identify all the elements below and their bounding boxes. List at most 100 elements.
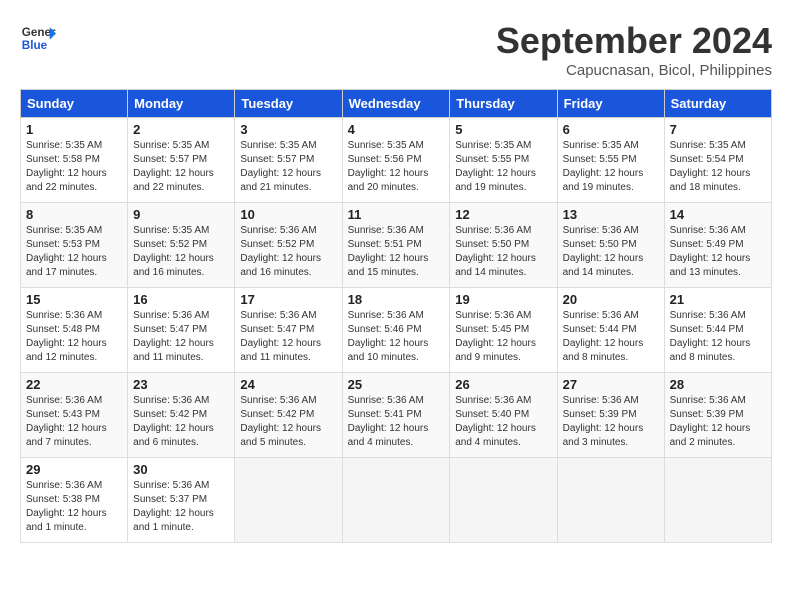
calendar-cell xyxy=(664,458,771,543)
calendar-cell: 17 Sunrise: 5:36 AMSunset: 5:47 PMDaylig… xyxy=(235,288,342,373)
day-number: 10 xyxy=(240,207,336,222)
day-number: 11 xyxy=(348,207,445,222)
day-number: 7 xyxy=(670,122,766,137)
day-number: 21 xyxy=(670,292,766,307)
calendar-cell: 13 Sunrise: 5:36 AMSunset: 5:50 PMDaylig… xyxy=(557,203,664,288)
calendar-cell: 5 Sunrise: 5:35 AMSunset: 5:55 PMDayligh… xyxy=(450,118,557,203)
day-number: 8 xyxy=(26,207,122,222)
col-header-sunday: Sunday xyxy=(21,90,128,118)
calendar-cell: 7 Sunrise: 5:35 AMSunset: 5:54 PMDayligh… xyxy=(664,118,771,203)
calendar-cell: 12 Sunrise: 5:36 AMSunset: 5:50 PMDaylig… xyxy=(450,203,557,288)
calendar-cell: 21 Sunrise: 5:36 AMSunset: 5:44 PMDaylig… xyxy=(664,288,771,373)
calendar-cell: 27 Sunrise: 5:36 AMSunset: 5:39 PMDaylig… xyxy=(557,373,664,458)
day-number: 9 xyxy=(133,207,229,222)
col-header-thursday: Thursday xyxy=(450,90,557,118)
calendar-cell: 25 Sunrise: 5:36 AMSunset: 5:41 PMDaylig… xyxy=(342,373,450,458)
day-info: Sunrise: 5:36 AMSunset: 5:42 PMDaylight:… xyxy=(240,395,321,448)
day-number: 2 xyxy=(133,122,229,137)
title-area: September 2024 Capucnasan, Bicol, Philip… xyxy=(496,20,772,79)
col-header-wednesday: Wednesday xyxy=(342,90,450,118)
calendar-cell: 15 Sunrise: 5:36 AMSunset: 5:48 PMDaylig… xyxy=(21,288,128,373)
day-number: 28 xyxy=(670,377,766,392)
day-info: Sunrise: 5:35 AMSunset: 5:56 PMDaylight:… xyxy=(348,140,429,193)
calendar-week-2: 8 Sunrise: 5:35 AMSunset: 5:53 PMDayligh… xyxy=(21,203,772,288)
calendar-cell: 16 Sunrise: 5:36 AMSunset: 5:47 PMDaylig… xyxy=(128,288,235,373)
day-number: 12 xyxy=(455,207,551,222)
calendar-cell xyxy=(235,458,342,543)
calendar-cell: 3 Sunrise: 5:35 AMSunset: 5:57 PMDayligh… xyxy=(235,118,342,203)
calendar-cell: 18 Sunrise: 5:36 AMSunset: 5:46 PMDaylig… xyxy=(342,288,450,373)
day-info: Sunrise: 5:36 AMSunset: 5:41 PMDaylight:… xyxy=(348,395,429,448)
calendar-week-3: 15 Sunrise: 5:36 AMSunset: 5:48 PMDaylig… xyxy=(21,288,772,373)
day-info: Sunrise: 5:36 AMSunset: 5:47 PMDaylight:… xyxy=(133,310,214,363)
day-info: Sunrise: 5:36 AMSunset: 5:44 PMDaylight:… xyxy=(670,310,751,363)
calendar-cell: 24 Sunrise: 5:36 AMSunset: 5:42 PMDaylig… xyxy=(235,373,342,458)
day-number: 6 xyxy=(563,122,659,137)
day-number: 19 xyxy=(455,292,551,307)
calendar-cell: 1 Sunrise: 5:35 AMSunset: 5:58 PMDayligh… xyxy=(21,118,128,203)
day-number: 16 xyxy=(133,292,229,307)
day-number: 30 xyxy=(133,462,229,477)
col-header-saturday: Saturday xyxy=(664,90,771,118)
calendar-cell: 19 Sunrise: 5:36 AMSunset: 5:45 PMDaylig… xyxy=(450,288,557,373)
calendar-week-4: 22 Sunrise: 5:36 AMSunset: 5:43 PMDaylig… xyxy=(21,373,772,458)
day-info: Sunrise: 5:35 AMSunset: 5:58 PMDaylight:… xyxy=(26,140,107,193)
calendar-cell: 6 Sunrise: 5:35 AMSunset: 5:55 PMDayligh… xyxy=(557,118,664,203)
calendar-week-5: 29 Sunrise: 5:36 AMSunset: 5:38 PMDaylig… xyxy=(21,458,772,543)
calendar-cell: 20 Sunrise: 5:36 AMSunset: 5:44 PMDaylig… xyxy=(557,288,664,373)
day-number: 13 xyxy=(563,207,659,222)
day-info: Sunrise: 5:36 AMSunset: 5:43 PMDaylight:… xyxy=(26,395,107,448)
day-info: Sunrise: 5:36 AMSunset: 5:39 PMDaylight:… xyxy=(563,395,644,448)
calendar-cell xyxy=(450,458,557,543)
day-info: Sunrise: 5:36 AMSunset: 5:50 PMDaylight:… xyxy=(563,225,644,278)
header-row: SundayMondayTuesdayWednesdayThursdayFrid… xyxy=(21,90,772,118)
day-info: Sunrise: 5:35 AMSunset: 5:53 PMDaylight:… xyxy=(26,225,107,278)
calendar-cell: 10 Sunrise: 5:36 AMSunset: 5:52 PMDaylig… xyxy=(235,203,342,288)
day-info: Sunrise: 5:35 AMSunset: 5:55 PMDaylight:… xyxy=(455,140,536,193)
day-info: Sunrise: 5:36 AMSunset: 5:47 PMDaylight:… xyxy=(240,310,321,363)
logo-icon: General Blue xyxy=(20,20,56,56)
day-info: Sunrise: 5:36 AMSunset: 5:50 PMDaylight:… xyxy=(455,225,536,278)
day-number: 4 xyxy=(348,122,445,137)
day-info: Sunrise: 5:36 AMSunset: 5:52 PMDaylight:… xyxy=(240,225,321,278)
day-number: 20 xyxy=(563,292,659,307)
calendar-cell: 28 Sunrise: 5:36 AMSunset: 5:39 PMDaylig… xyxy=(664,373,771,458)
day-info: Sunrise: 5:36 AMSunset: 5:42 PMDaylight:… xyxy=(133,395,214,448)
month-title: September 2024 xyxy=(496,20,772,62)
day-number: 29 xyxy=(26,462,122,477)
calendar-cell: 26 Sunrise: 5:36 AMSunset: 5:40 PMDaylig… xyxy=(450,373,557,458)
calendar-cell: 14 Sunrise: 5:36 AMSunset: 5:49 PMDaylig… xyxy=(664,203,771,288)
day-number: 27 xyxy=(563,377,659,392)
svg-text:Blue: Blue xyxy=(22,39,48,52)
calendar-cell xyxy=(342,458,450,543)
calendar-cell: 9 Sunrise: 5:35 AMSunset: 5:52 PMDayligh… xyxy=(128,203,235,288)
day-info: Sunrise: 5:36 AMSunset: 5:48 PMDaylight:… xyxy=(26,310,107,363)
day-number: 23 xyxy=(133,377,229,392)
day-number: 17 xyxy=(240,292,336,307)
day-number: 24 xyxy=(240,377,336,392)
calendar-cell xyxy=(557,458,664,543)
day-info: Sunrise: 5:36 AMSunset: 5:46 PMDaylight:… xyxy=(348,310,429,363)
day-number: 25 xyxy=(348,377,445,392)
day-info: Sunrise: 5:36 AMSunset: 5:44 PMDaylight:… xyxy=(563,310,644,363)
day-number: 15 xyxy=(26,292,122,307)
day-info: Sunrise: 5:35 AMSunset: 5:52 PMDaylight:… xyxy=(133,225,214,278)
calendar-cell: 8 Sunrise: 5:35 AMSunset: 5:53 PMDayligh… xyxy=(21,203,128,288)
day-number: 22 xyxy=(26,377,122,392)
day-number: 14 xyxy=(670,207,766,222)
col-header-monday: Monday xyxy=(128,90,235,118)
logo: General Blue xyxy=(20,20,56,56)
day-info: Sunrise: 5:35 AMSunset: 5:54 PMDaylight:… xyxy=(670,140,751,193)
day-info: Sunrise: 5:36 AMSunset: 5:38 PMDaylight:… xyxy=(26,480,107,533)
calendar-cell: 4 Sunrise: 5:35 AMSunset: 5:56 PMDayligh… xyxy=(342,118,450,203)
col-header-tuesday: Tuesday xyxy=(235,90,342,118)
day-info: Sunrise: 5:36 AMSunset: 5:39 PMDaylight:… xyxy=(670,395,751,448)
day-info: Sunrise: 5:36 AMSunset: 5:40 PMDaylight:… xyxy=(455,395,536,448)
calendar-cell: 23 Sunrise: 5:36 AMSunset: 5:42 PMDaylig… xyxy=(128,373,235,458)
day-info: Sunrise: 5:36 AMSunset: 5:49 PMDaylight:… xyxy=(670,225,751,278)
calendar-week-1: 1 Sunrise: 5:35 AMSunset: 5:58 PMDayligh… xyxy=(21,118,772,203)
day-number: 26 xyxy=(455,377,551,392)
calendar-cell: 22 Sunrise: 5:36 AMSunset: 5:43 PMDaylig… xyxy=(21,373,128,458)
calendar-cell: 11 Sunrise: 5:36 AMSunset: 5:51 PMDaylig… xyxy=(342,203,450,288)
header: General Blue September 2024 Capucnasan, … xyxy=(20,20,772,79)
